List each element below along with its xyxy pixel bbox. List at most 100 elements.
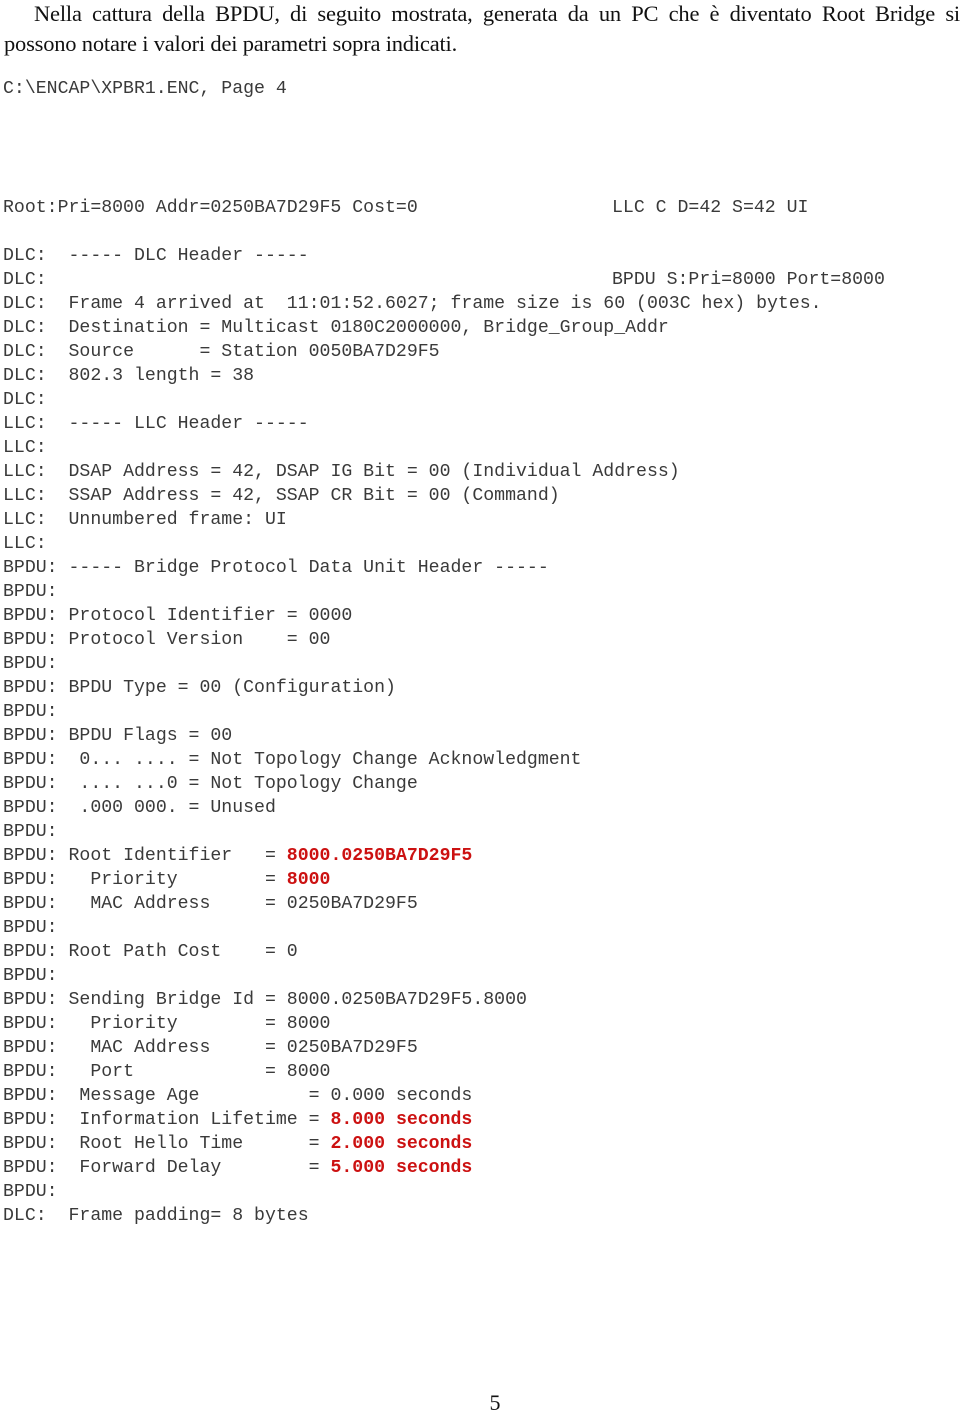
field-text: Message Age = 0.000 seconds (68, 1086, 473, 1106)
decode-line: BPDU: (3, 1180, 822, 1204)
decode-line: BPDU: BPDU Type = 00 (Configuration) (3, 676, 822, 700)
layer-prefix: BPDU: (3, 702, 69, 722)
layer-prefix: DLC: (3, 390, 69, 410)
field-text: Forward Delay = (68, 1158, 331, 1178)
decode-line: BPDU: Forward Delay = 5.000 seconds (3, 1156, 822, 1180)
field-text: Destination = Multicast 0180C2000000, Br… (68, 318, 669, 338)
layer-prefix: DLC: (3, 246, 69, 266)
summary-llc-line: LLC C D=42 S=42 UI (612, 198, 809, 218)
layer-prefix: DLC: (3, 1206, 69, 1226)
field-text: .000 000. = Unused (68, 798, 276, 818)
decode-line: LLC: ----- LLC Header ----- (3, 412, 822, 436)
layer-prefix: BPDU: (3, 1038, 69, 1058)
decode-line: LLC: (3, 436, 822, 460)
decode-line: LLC: SSAP Address = 42, SSAP CR Bit = 00… (3, 484, 822, 508)
layer-prefix: BPDU: (3, 1134, 69, 1154)
layer-prefix: BPDU: (3, 1182, 69, 1202)
decode-line: DLC: Frame 4 arrived at 11:01:52.6027; f… (3, 292, 822, 316)
capture-file-title: C:\ENCAP\XPBR1.ENC, Page 4 (3, 79, 287, 99)
decode-line: BPDU: ----- Bridge Protocol Data Unit He… (3, 556, 822, 580)
layer-prefix: BPDU: (3, 846, 69, 866)
layer-prefix: DLC: (3, 366, 69, 386)
highlighted-value: 2.000 seconds (330, 1134, 473, 1154)
decode-line: DLC: Destination = Multicast 0180C200000… (3, 316, 822, 340)
layer-prefix: DLC: (3, 318, 69, 338)
decode-line: BPDU: Priority = 8000 (3, 1012, 822, 1036)
layer-prefix: BPDU: (3, 1086, 69, 1106)
decode-line: BPDU: Priority = 8000 (3, 868, 822, 892)
highlighted-value: 8000.0250BA7D29F5 (286, 846, 473, 866)
highlighted-value: 8.000 seconds (330, 1110, 473, 1130)
layer-prefix: BPDU: (3, 630, 69, 650)
layer-prefix: BPDU: (3, 990, 69, 1010)
decode-line: DLC: 802.3 length = 38 (3, 364, 822, 388)
layer-prefix: BPDU: (3, 942, 69, 962)
layer-prefix: BPDU: (3, 798, 69, 818)
decode-line: BPDU: Port = 8000 (3, 1060, 822, 1084)
field-text: Port = 8000 (68, 1062, 331, 1082)
decode-line: DLC: Source = Station 0050BA7D29F5 (3, 340, 822, 364)
highlighted-value: 5.000 seconds (330, 1158, 473, 1178)
field-text: Frame 4 arrived at 11:01:52.6027; frame … (68, 294, 822, 314)
decode-line: BPDU: Root Hello Time = 2.000 seconds (3, 1132, 822, 1156)
decode-line: BPDU: Message Age = 0.000 seconds (3, 1084, 822, 1108)
decode-line: BPDU: 0... .... = Not Topology Change Ac… (3, 748, 822, 772)
layer-prefix: BPDU: (3, 558, 69, 578)
layer-prefix: BPDU: (3, 822, 69, 842)
decode-line: DLC: (3, 268, 822, 292)
decode-line: LLC: Unnumbered frame: UI (3, 508, 822, 532)
layer-prefix: BPDU: (3, 582, 69, 602)
field-text: Unnumbered frame: UI (68, 510, 287, 530)
decode-line: BPDU: Protocol Version = 00 (3, 628, 822, 652)
decode-line: LLC: (3, 532, 822, 556)
packet-decode: DLC: ----- DLC Header ----- DLC: DLC: Fra… (3, 244, 822, 1228)
field-text: Root Path Cost = 0 (68, 942, 298, 962)
field-text: Information Lifetime = (68, 1110, 331, 1130)
highlighted-value: 8000 (286, 870, 331, 890)
decode-line: BPDU: MAC Address = 0250BA7D29F5 (3, 892, 822, 916)
field-text: ----- DLC Header ----- (68, 246, 309, 266)
layer-prefix: BPDU: (3, 1014, 69, 1034)
field-text: 0... .... = Not Topology Change Acknowle… (68, 750, 582, 770)
layer-prefix: BPDU: (3, 1158, 69, 1178)
layer-prefix: DLC: (3, 294, 69, 314)
layer-prefix: LLC: (3, 486, 69, 506)
field-text: DSAP Address = 42, DSAP IG Bit = 00 (Ind… (68, 462, 680, 482)
decode-line: BPDU: (3, 652, 822, 676)
field-text: MAC Address = 0250BA7D29F5 (68, 894, 418, 914)
field-text: Root Hello Time = (68, 1134, 331, 1154)
field-text: ----- LLC Header ----- (68, 414, 309, 434)
layer-prefix: LLC: (3, 414, 69, 434)
field-text: .... ...0 = Not Topology Change (68, 774, 418, 794)
field-text: Root Identifier = (68, 846, 287, 866)
field-text: Protocol Identifier = 0000 (68, 606, 353, 626)
layer-prefix: BPDU: (3, 606, 69, 626)
decode-line: DLC: ----- DLC Header ----- (3, 244, 822, 268)
field-text: Source = Station 0050BA7D29F5 (68, 342, 440, 362)
field-text: 802.3 length = 38 (68, 366, 255, 386)
intro-paragraph: Nella cattura della BPDU, di seguito mos… (4, 1, 960, 56)
field-text: Protocol Version = 00 (68, 630, 331, 650)
layer-prefix: BPDU: (3, 870, 69, 890)
page-number: 5 (489, 1390, 501, 1415)
layer-prefix: BPDU: (3, 678, 69, 698)
layer-prefix: BPDU: (3, 918, 69, 938)
decode-line: BPDU: (3, 700, 822, 724)
decode-line: BPDU: Sending Bridge Id = 8000.0250BA7D2… (3, 988, 822, 1012)
field-text: SSAP Address = 42, SSAP CR Bit = 00 (Com… (68, 486, 560, 506)
decode-line: BPDU: Root Identifier = 8000.0250BA7D29F… (3, 844, 822, 868)
layer-prefix: BPDU: (3, 1062, 69, 1082)
layer-prefix: DLC: (3, 342, 69, 362)
layer-prefix: BPDU: (3, 654, 69, 674)
decode-line: BPDU: (3, 964, 822, 988)
field-text: BPDU Flags = 00 (68, 726, 233, 746)
decode-line: BPDU: Root Path Cost = 0 (3, 940, 822, 964)
field-text: Priority = (68, 870, 287, 890)
decode-line: BPDU: (3, 580, 822, 604)
decode-line: DLC: (3, 388, 822, 412)
decode-line: BPDU: (3, 820, 822, 844)
decode-line: BPDU: Information Lifetime = 8.000 secon… (3, 1108, 822, 1132)
layer-prefix: BPDU: (3, 966, 69, 986)
layer-prefix: BPDU: (3, 774, 69, 794)
field-text: Priority = 8000 (68, 1014, 331, 1034)
